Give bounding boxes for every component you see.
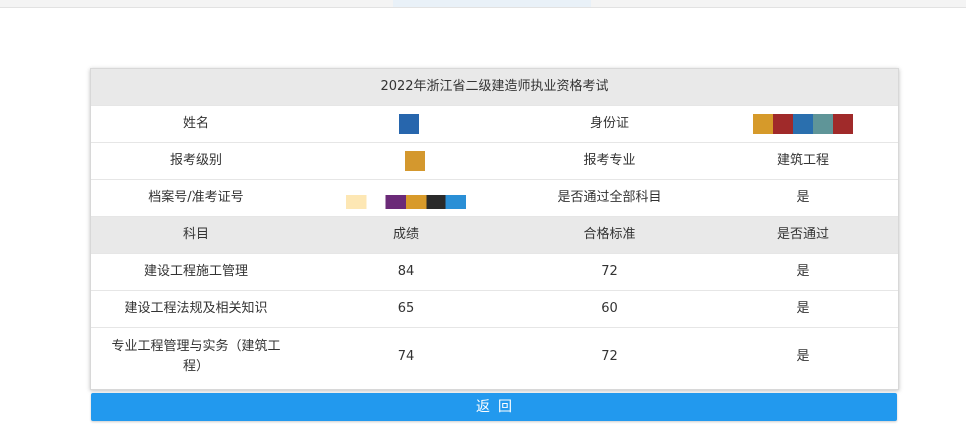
all-passed-value: 是 (708, 179, 899, 217)
name-label: 姓名 (91, 105, 301, 143)
column-header-row: 科目 成绩 合格标准 是否通过 (91, 216, 899, 254)
file-label: 档案号/准考证号 (91, 179, 301, 217)
top-search-box[interactable] (393, 0, 591, 7)
redaction-block (405, 150, 425, 171)
redaction-block (399, 113, 419, 134)
subject-score: 74 (397, 349, 415, 364)
title-row: 2022年浙江省二级建造师执业资格考试 (91, 69, 899, 106)
major-label: 报考专业 (511, 142, 708, 180)
table-row: 建设工程法规及相关知识 65 60 是 (91, 290, 899, 328)
file-value-redacted (301, 179, 511, 217)
top-nav-strip (0, 0, 966, 8)
col-passed: 是否通过 (708, 216, 899, 254)
info-row-name: 姓名 身份证 (91, 105, 899, 143)
all-passed-label: 是否通过全部科目 (511, 179, 708, 217)
name-value-redacted (301, 105, 511, 143)
id-label: 身份证 (511, 105, 708, 143)
col-score: 成绩 (301, 216, 511, 254)
subject-standard: 72 (511, 253, 708, 291)
redaction-block (753, 113, 854, 134)
subject-standard: 72 (601, 349, 618, 364)
exam-title: 2022年浙江省二级建造师执业资格考试 (91, 69, 899, 106)
subject-passed: 是 (796, 349, 810, 364)
info-row-file: 档案号/准考证号 是否通过全部科目 是 (91, 179, 899, 217)
subject-score: 65 (301, 290, 511, 328)
subject-name: 建设工程法规及相关知识 (91, 290, 301, 328)
level-label: 报考级别 (91, 142, 301, 180)
subject-name: 建设工程施工管理 (91, 253, 301, 291)
back-button[interactable]: 返回 (91, 393, 897, 421)
subject-score: 84 (301, 253, 511, 291)
subject-passed: 是 (708, 290, 899, 328)
result-card: 2022年浙江省二级建造师执业资格考试 姓名 身份证 报考级别 报考专业 建筑工… (90, 68, 899, 390)
redaction-block (346, 195, 466, 209)
subject-name: 专业工程管理与实务（建筑工程） (111, 339, 281, 374)
subject-passed: 是 (708, 253, 899, 291)
table-row: 专业工程管理与实务（建筑工程） 74 72 是 (91, 328, 898, 387)
col-standard: 合格标准 (511, 216, 708, 254)
col-subject: 科目 (91, 216, 301, 254)
result-table: 2022年浙江省二级建造师执业资格考试 姓名 身份证 报考级别 报考专业 建筑工… (91, 69, 899, 387)
level-value-redacted (301, 142, 511, 180)
table-row: 建设工程施工管理 84 72 是 (91, 253, 899, 291)
id-value-redacted (708, 105, 899, 143)
info-row-level: 报考级别 报考专业 建筑工程 (91, 142, 899, 180)
subject-standard: 60 (511, 290, 708, 328)
major-value: 建筑工程 (708, 142, 899, 180)
